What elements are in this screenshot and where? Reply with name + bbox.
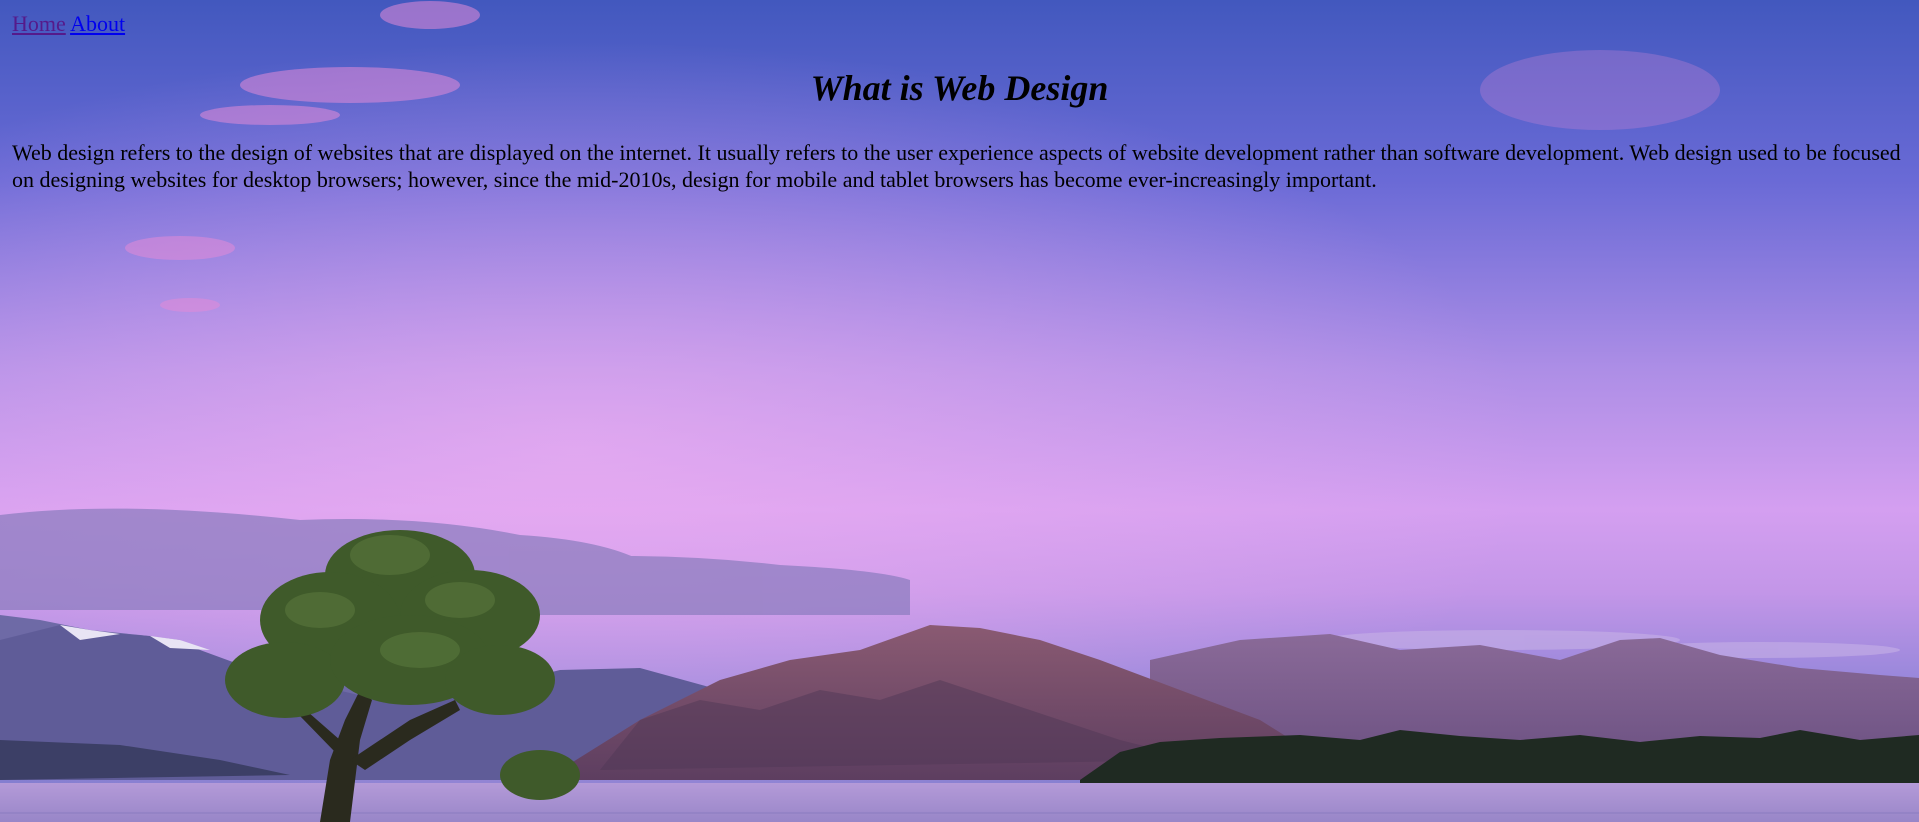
top-nav: Home About bbox=[12, 10, 125, 38]
intro-paragraph: Web design refers to the design of websi… bbox=[12, 140, 1901, 192]
nav-link-home[interactable]: Home bbox=[12, 11, 66, 36]
page-title: What is Web Design bbox=[810, 68, 1109, 108]
background-landscape-image bbox=[0, 0, 1919, 822]
nav-link-about[interactable]: About bbox=[70, 11, 125, 36]
